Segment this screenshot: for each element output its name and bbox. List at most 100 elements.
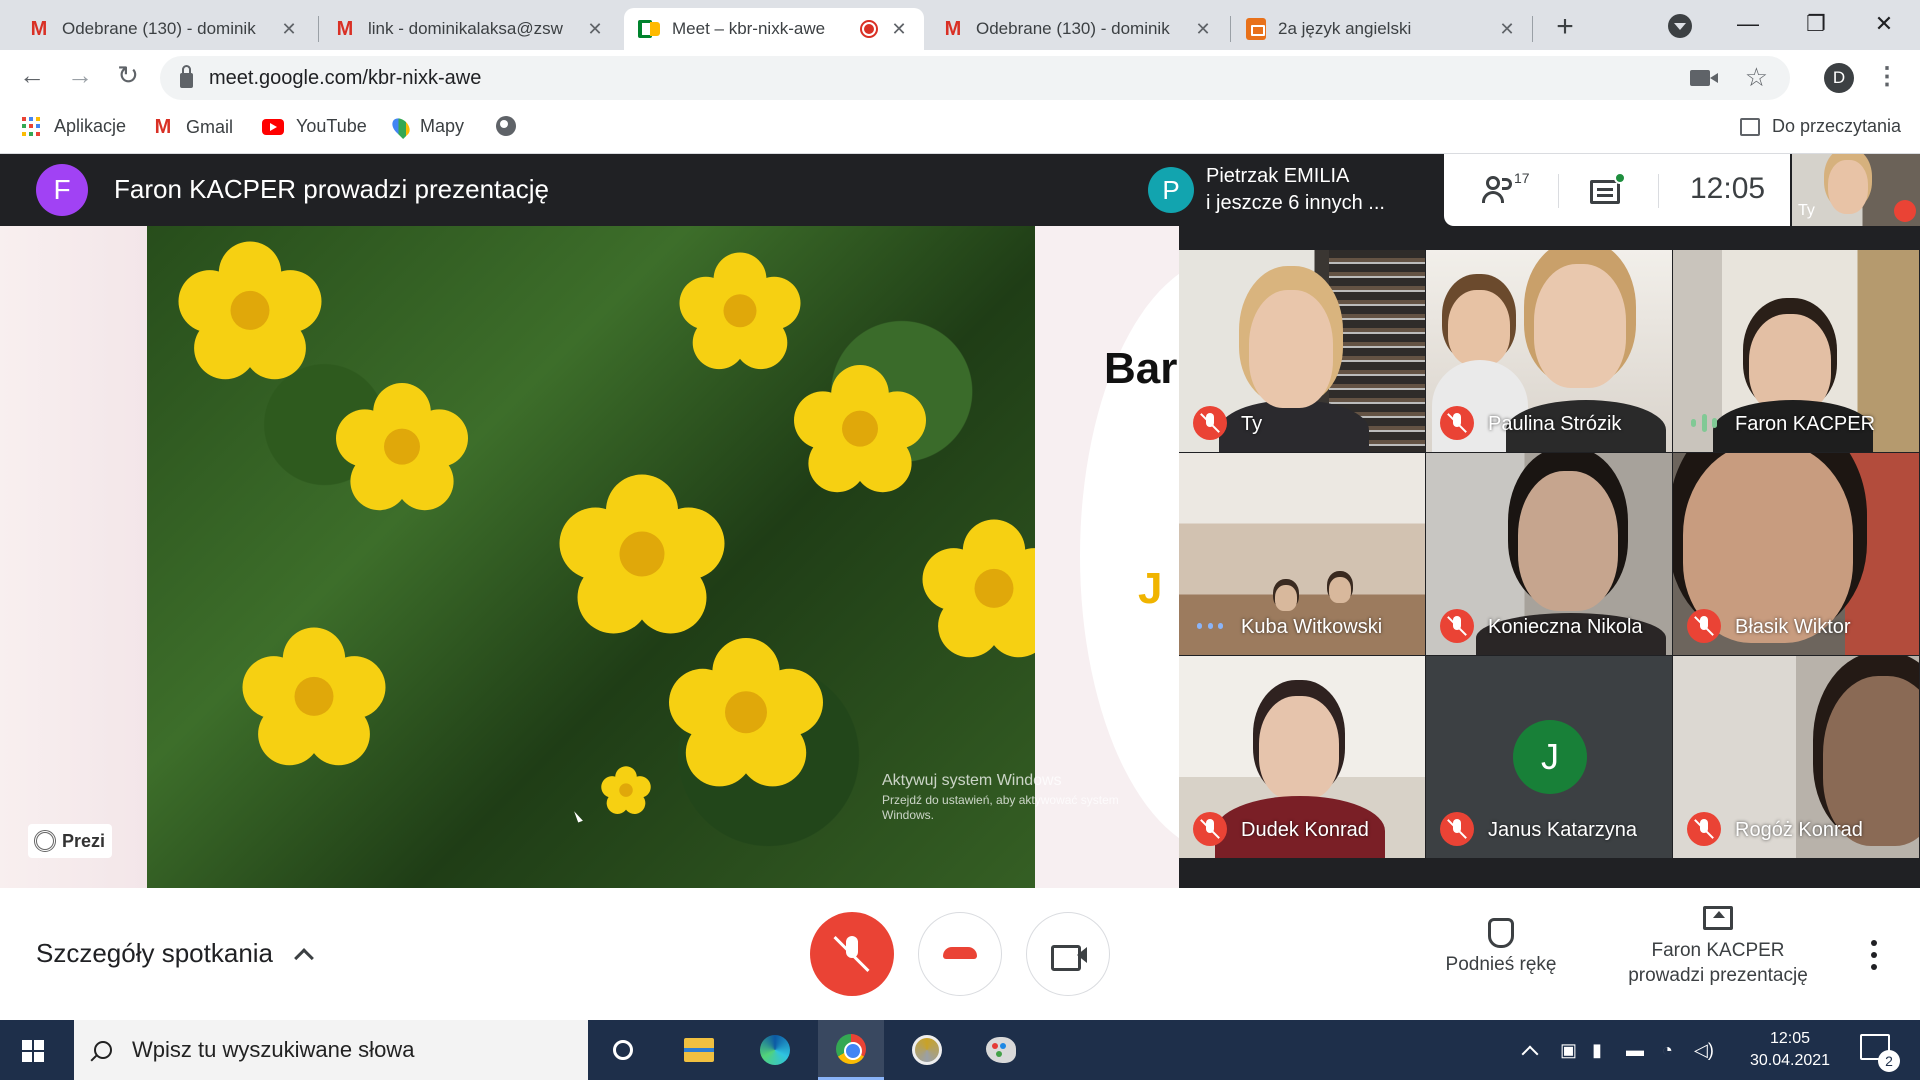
participant-name: Faron KACPER [1735,413,1876,435]
battery-icon[interactable]: ▬ [1626,1040,1644,1061]
browser-tab[interactable]: 2a język angielski ✕ [1232,8,1532,50]
meeting-details-button[interactable]: Szczegóły spotkania [36,938,314,969]
close-icon[interactable]: ✕ [278,19,300,40]
bookmark-label: Aplikacje [54,116,127,136]
mic-off-icon [1440,406,1474,440]
raise-hand-button[interactable]: Podnieś rękę [1436,918,1566,976]
address-bar[interactable]: meet.google.com/kbr-nixk-awe ☆ [160,56,1790,100]
meeting-details-label: Szczegóły spotkania [36,938,274,968]
reading-list-button[interactable]: Do przeczytania [1740,116,1901,137]
chat-icon[interactable] [1590,180,1620,204]
close-icon[interactable]: ✕ [1496,19,1518,40]
browser-tab-strip: M Odebrane (130) - dominik ✕ M link - do… [0,0,1920,50]
cortana-icon [613,1040,633,1060]
browser-tab[interactable]: M Odebrane (130) - dominik ✕ [928,8,1228,50]
participant-tile[interactable]: Rogóż Konrad [1673,656,1919,858]
back-button[interactable]: ← [14,60,50,91]
participant-tile[interactable]: Kuba Witkowski [1179,453,1425,655]
participant-name: Rogóż Konrad [1735,819,1863,841]
participant-tile[interactable]: Faron KACPER [1673,250,1919,452]
app-icon [912,1035,942,1065]
participant-tile[interactable]: Błasik Wiktor [1673,453,1919,655]
new-tab-button[interactable]: + [1548,10,1582,44]
mic-off-icon [1894,200,1916,222]
microphone-icon[interactable]: ▮ [1592,1040,1602,1061]
lock-icon[interactable] [180,65,193,88]
minimize-button[interactable]: — [1718,4,1778,44]
maps-pin-icon [388,114,414,139]
taskbar-clock[interactable]: 12:05 30.04.2021 [1720,1028,1860,1072]
participant-tile[interactable]: Dudek Konrad [1179,656,1425,858]
tab-title: Odebrane (130) - dominik [62,19,256,38]
prezi-badge[interactable]: Prezi [28,824,112,858]
cortana-button[interactable] [590,1020,656,1080]
participant-tile[interactable]: J Janus Katarzyna [1426,656,1672,858]
speaking-indicator-icon [1691,414,1717,432]
chrome-menu-button[interactable]: ⋮ [1872,62,1902,91]
reload-button[interactable]: ↻ [110,60,146,91]
bookmark-youtube[interactable]: YouTube [262,116,367,137]
bookmark-label: Mapy [420,116,465,136]
bookmark-gmail[interactable]: M Gmail [152,116,233,139]
bookmark-apps[interactable]: Aplikacje [22,116,126,137]
volume-icon[interactable]: ◁) [1694,1040,1714,1061]
participant-tile[interactable]: Ty [1179,250,1425,452]
restore-button[interactable]: ❐ [1786,4,1846,44]
speaking-indicator-icon [1197,617,1223,635]
bookmark-label: Gmail [186,117,234,137]
meet-now-icon[interactable]: ▣ [1560,1040,1577,1061]
present-now-button[interactable]: Faron KACPER prowadzi prezentację [1608,906,1828,988]
browser-tab[interactable]: M link - dominikalaksa@zsw ✕ [320,8,620,50]
paint-taskbar-button[interactable] [968,1020,1034,1080]
app-taskbar-button[interactable] [894,1020,960,1080]
people-count: 17 [1514,170,1530,186]
participant-grid: Ty Paulina Strózik Faron KACPER Kuba Wit… [1179,250,1920,870]
self-view-thumbnail[interactable]: Ty [1792,154,1920,226]
windows-start-icon[interactable] [22,1040,44,1062]
tab-search-button[interactable] [1668,14,1692,38]
presentation-slide: Bar J Prezi Aktywuj system Windows Przej… [0,226,1179,888]
participant-tile[interactable]: Konieczna Nikola [1426,453,1672,655]
wifi-icon[interactable]: ◔ [1662,1040,1673,1061]
folder-icon [684,1038,714,1062]
windows-taskbar: Wpisz tu wyszukiwane słowa ▣ ▮ ▬ ◔ ◁) 12… [0,1020,1920,1080]
close-icon[interactable]: ✕ [584,19,606,40]
slide-subtext: J [1138,564,1163,613]
forward-button[interactable]: → [62,60,98,91]
close-window-button[interactable]: ✕ [1854,4,1914,44]
tray-overflow-icon[interactable] [1521,1045,1539,1063]
gmail-icon: M [336,17,354,40]
profile-avatar[interactable]: D [1824,63,1854,93]
tab-title: Meet – kbr-nixk-awe [672,19,826,38]
browser-tab[interactable]: M Odebrane (130) - dominik ✕ [14,8,314,50]
present-label-line2: prowadzi prezentację [1628,965,1808,986]
search-icon [94,1041,112,1059]
camera-toggle-button[interactable] [1026,912,1110,996]
leave-call-button[interactable] [918,912,1002,996]
edge-button[interactable] [742,1020,808,1080]
close-icon[interactable]: ✕ [888,19,910,40]
bookmark-star-icon[interactable]: ☆ [1745,62,1768,93]
tab-separator [1230,16,1231,42]
taskbar-search-input[interactable]: Wpisz tu wyszukiwane słowa [74,1020,588,1080]
mic-off-icon [1687,609,1721,643]
divider [1658,174,1659,208]
paint-palette-icon [986,1037,1016,1063]
mic-toggle-button[interactable] [810,912,894,996]
participant-tile[interactable]: Paulina Strózik [1426,250,1672,452]
close-icon[interactable]: ✕ [1192,19,1214,40]
file-explorer-button[interactable] [666,1020,732,1080]
bookmark-maps[interactable]: Mapy [388,114,465,139]
slides-icon [1246,18,1266,40]
bookmark-globe[interactable] [496,116,528,136]
more-options-button[interactable] [1866,940,1882,970]
tab-title: 2a język angielski [1278,19,1412,38]
active-speaker-chip: P Pietrzak EMILIA i jeszcze 6 innych ... [1136,154,1442,226]
edge-icon [760,1035,790,1065]
browser-tab-active[interactable]: Meet – kbr-nixk-awe ✕ [624,8,924,50]
chrome-taskbar-button[interactable] [818,1020,884,1080]
people-icon[interactable] [1482,176,1518,206]
meet-icon [638,20,660,38]
camera-permission-icon[interactable] [1690,70,1718,86]
speaker-avatar: P [1148,167,1194,213]
